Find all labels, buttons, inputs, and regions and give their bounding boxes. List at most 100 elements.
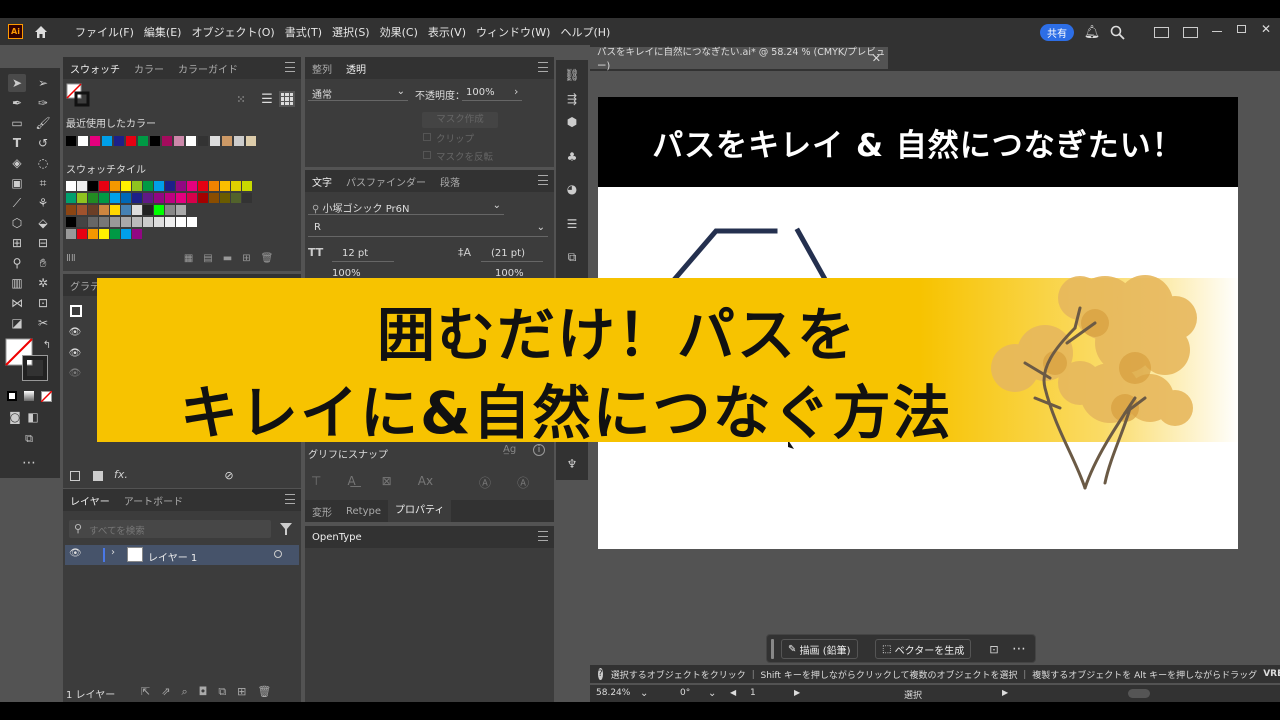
swatch[interactable] bbox=[66, 205, 76, 215]
paintbrush-tool-icon[interactable]: 🖌︎ bbox=[34, 114, 52, 132]
document-tab[interactable]: パスをキレイに自然につなぎたい.ai* @ 58.24 % (CMYK/プレビュ… bbox=[590, 47, 888, 72]
curvature-tool-icon[interactable]: ✑ bbox=[34, 94, 52, 112]
make-mask-button[interactable]: マスク作成 bbox=[422, 112, 498, 128]
swatch[interactable] bbox=[210, 136, 220, 146]
tab-layers[interactable]: レイヤー bbox=[63, 493, 117, 508]
tab-opentype[interactable]: OpenType bbox=[305, 532, 369, 543]
swatch[interactable] bbox=[114, 136, 124, 146]
width-tool-icon[interactable]: ⋈ bbox=[8, 294, 26, 312]
help-icon[interactable]: ? bbox=[598, 668, 603, 680]
swatch[interactable] bbox=[220, 181, 230, 191]
snap-baseline-icon[interactable]: ⊤ bbox=[311, 474, 321, 491]
symbols-icon[interactable]: ♣ bbox=[563, 148, 581, 166]
swatch[interactable] bbox=[165, 181, 175, 191]
swatch[interactable] bbox=[121, 181, 131, 191]
swatch[interactable] bbox=[88, 193, 98, 203]
tab-retype[interactable]: Retype bbox=[339, 506, 388, 517]
font-size-input[interactable]: 12 pt bbox=[332, 246, 394, 262]
swap-colors-icon[interactable]: ↰ bbox=[38, 336, 56, 354]
selection-tool-icon[interactable]: ➤ bbox=[8, 74, 26, 92]
swatch[interactable] bbox=[209, 181, 219, 191]
list-view-icon[interactable]: ☰ bbox=[259, 91, 275, 107]
swatch[interactable] bbox=[138, 136, 148, 146]
swatch[interactable] bbox=[88, 181, 98, 191]
mesh-tool-icon[interactable]: ⌗ bbox=[34, 174, 52, 192]
edit-toolbar-icon[interactable]: ⧉ bbox=[20, 430, 38, 448]
minimize-icon[interactable] bbox=[1212, 31, 1222, 32]
gradient-tool-icon[interactable]: ▣ bbox=[8, 174, 26, 192]
tab-properties[interactable]: プロパティ bbox=[388, 500, 452, 522]
new-sublayer-icon[interactable]: ⧉ bbox=[218, 685, 226, 699]
swatch[interactable] bbox=[121, 205, 131, 215]
scroll-thumb[interactable] bbox=[1128, 689, 1150, 698]
symbol-sprayer-tool-icon[interactable]: ✲ bbox=[34, 274, 52, 292]
swatch[interactable] bbox=[143, 205, 153, 215]
swatch[interactable] bbox=[132, 217, 142, 227]
visibility-eye-icon[interactable]: 👁︎ bbox=[68, 325, 82, 339]
swatch[interactable] bbox=[66, 193, 76, 203]
swatch-library-icon[interactable]: ⅡⅡ bbox=[66, 253, 76, 267]
swatch[interactable] bbox=[209, 193, 219, 203]
swatch[interactable] bbox=[132, 229, 142, 239]
layers-menu-icon[interactable] bbox=[285, 494, 295, 504]
menu-window[interactable]: ウィンドウ(W) bbox=[471, 24, 555, 40]
pen-tool-icon[interactable]: ✒ bbox=[8, 94, 26, 112]
locate-object-icon[interactable]: ⌕ bbox=[181, 685, 187, 699]
swatch[interactable] bbox=[88, 205, 98, 215]
rotation-value[interactable]: 0° bbox=[680, 688, 690, 698]
clear-appearance-icon[interactable]: ⊘ bbox=[223, 469, 235, 482]
swatch[interactable] bbox=[143, 181, 153, 191]
menu-effect[interactable]: 効果(C) bbox=[375, 24, 423, 40]
swatch[interactable] bbox=[99, 193, 109, 203]
generate-vector-button[interactable]: ⬚ ベクターを生成 bbox=[875, 639, 972, 659]
swatch[interactable] bbox=[132, 193, 142, 203]
next-artboard-icon[interactable]: ▶ bbox=[794, 688, 800, 697]
home-icon[interactable] bbox=[33, 24, 49, 40]
new-color-group-icon[interactable]: ▬ bbox=[223, 253, 232, 267]
lasso-tool-icon[interactable]: ◌ bbox=[34, 154, 52, 172]
blend-tool-icon[interactable]: ⚘ bbox=[34, 194, 52, 212]
draw-pencil-button[interactable]: ✎ 描画 (鉛筆) bbox=[781, 639, 858, 659]
new-fill-icon[interactable] bbox=[93, 471, 103, 481]
menu-type[interactable]: 書式(T) bbox=[280, 24, 327, 40]
puppet-warp-icon[interactable]: ♆ bbox=[563, 455, 581, 473]
swatch[interactable] bbox=[154, 217, 164, 227]
asset-export-icon[interactable]: ⇶ bbox=[563, 90, 581, 108]
swatch[interactable] bbox=[110, 229, 120, 239]
menu-edit[interactable]: 編集(E) bbox=[139, 24, 187, 40]
snap-angular-icon[interactable]: Ⓐ bbox=[479, 474, 491, 491]
tab-paragraph[interactable]: 段落 bbox=[433, 174, 467, 189]
swatch[interactable] bbox=[77, 205, 87, 215]
new-layer-icon[interactable]: ⊞ bbox=[237, 685, 246, 699]
swatch[interactable] bbox=[222, 136, 232, 146]
expand-chevron-icon[interactable]: › bbox=[111, 547, 115, 558]
swatch[interactable] bbox=[77, 193, 87, 203]
eraser-tool-icon[interactable]: ◈ bbox=[8, 154, 26, 172]
align-icon[interactable]: ☰ bbox=[563, 215, 581, 233]
artboard-number[interactable]: 1 bbox=[750, 688, 756, 698]
swatch[interactable] bbox=[99, 229, 109, 239]
swatch[interactable] bbox=[220, 193, 230, 203]
show-kinds-icon[interactable]: ⁙ bbox=[233, 91, 249, 107]
tab-color-guide[interactable]: カラーガイド bbox=[171, 61, 245, 76]
menu-select[interactable]: 選択(S) bbox=[327, 24, 375, 40]
tab-transparency[interactable]: 透明 bbox=[339, 61, 373, 76]
swatch[interactable] bbox=[121, 217, 131, 227]
more-tools-icon[interactable]: ⋯ bbox=[20, 454, 38, 472]
swatch[interactable] bbox=[198, 136, 208, 146]
swatch[interactable] bbox=[186, 136, 196, 146]
swatch-options-icon[interactable]: ▤ bbox=[203, 253, 212, 267]
swatch[interactable] bbox=[176, 181, 186, 191]
libraries-icon[interactable]: ⧉ bbox=[563, 248, 581, 266]
swatch[interactable] bbox=[77, 229, 87, 239]
swatch[interactable] bbox=[78, 136, 88, 146]
swatch[interactable] bbox=[66, 217, 76, 227]
swatch[interactable] bbox=[126, 136, 136, 146]
layers-search-input[interactable]: ⚲ すべてを検索 bbox=[69, 520, 271, 538]
swatch[interactable] bbox=[154, 181, 164, 191]
fill-stroke-mini-icon[interactable] bbox=[66, 83, 90, 107]
hand-tool-icon[interactable]: ✋︎ bbox=[34, 254, 52, 272]
swatch[interactable] bbox=[110, 193, 120, 203]
close-tab-icon[interactable]: ✕ bbox=[872, 52, 881, 65]
screen-mode-icon[interactable]: ◧ bbox=[24, 408, 42, 426]
